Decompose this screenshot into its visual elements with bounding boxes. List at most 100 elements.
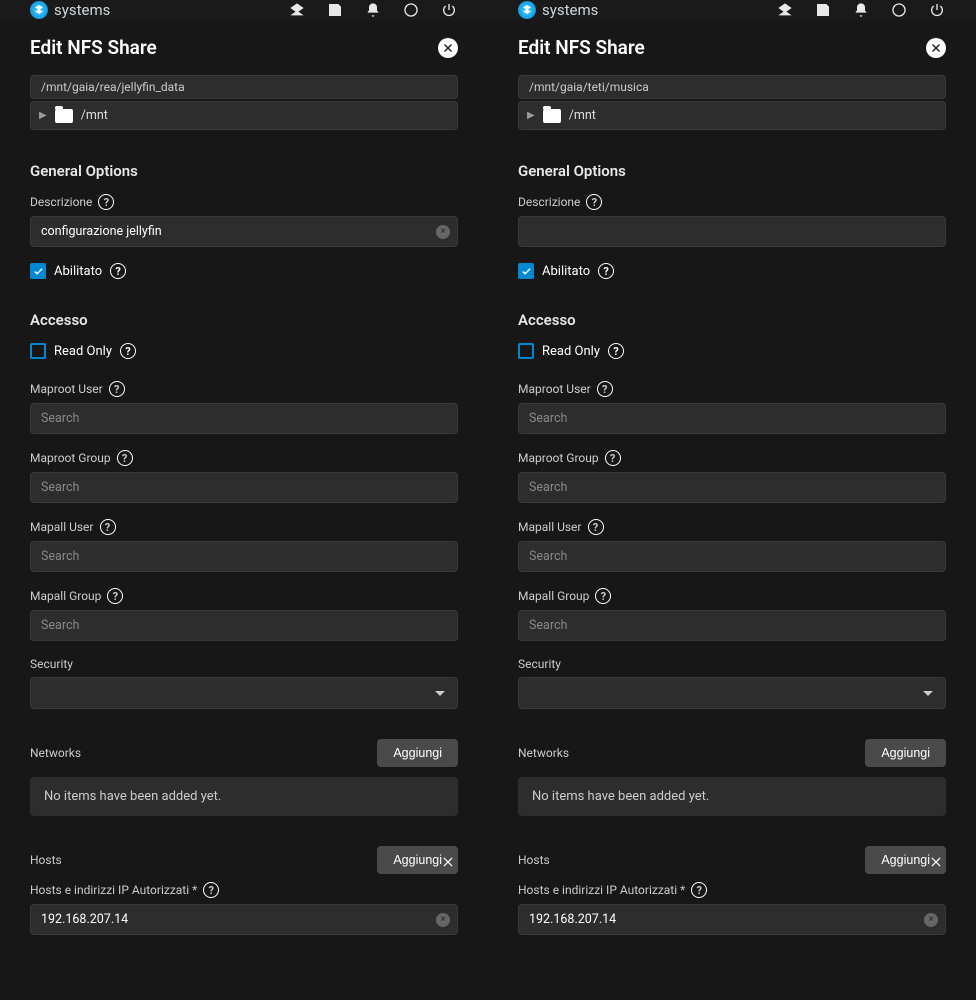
help-icon[interactable]	[597, 381, 613, 397]
section-access: Accesso	[518, 311, 946, 329]
help-icon[interactable]	[107, 588, 123, 604]
brand-text: systems	[542, 1, 598, 19]
label-description: Descrizione	[30, 195, 92, 209]
label-hosts-authorized: Hosts e indirizzi IP Autorizzati *	[518, 883, 685, 897]
panel-right: systems Edit NFS Share /mnt/gaia/teti/mu…	[488, 0, 976, 1000]
label-maproot-user: Maproot User	[30, 382, 103, 396]
label-mapall-group: Mapall Group	[30, 589, 101, 603]
label-mapall-user: Mapall User	[518, 520, 582, 534]
label-readonly: Read Only	[54, 344, 112, 359]
readonly-checkbox[interactable]	[30, 343, 46, 359]
help-icon[interactable]	[100, 519, 116, 535]
panel-header: Edit NFS Share	[30, 28, 458, 75]
mapall-user-input[interactable]	[518, 541, 946, 572]
help-icon[interactable]	[588, 519, 604, 535]
help-icon[interactable]	[691, 882, 707, 898]
brand: systems	[518, 1, 598, 19]
mapall-user-input[interactable]	[30, 541, 458, 572]
maproot-group-input[interactable]	[518, 472, 946, 503]
label-hosts: Hosts	[30, 853, 62, 867]
description-input[interactable]	[518, 216, 946, 247]
label-security: Security	[30, 657, 73, 671]
help-icon[interactable]	[110, 263, 126, 279]
close-button[interactable]	[438, 38, 458, 58]
panel-title: Edit NFS Share	[518, 36, 645, 59]
maproot-user-input[interactable]	[518, 403, 946, 434]
help-icon[interactable]	[203, 882, 219, 898]
label-hosts-authorized: Hosts e indirizzi IP Autorizzati *	[30, 883, 197, 897]
remove-host-button[interactable]	[438, 852, 458, 872]
help-icon[interactable]	[98, 194, 114, 210]
networks-empty-message: No items have been added yet.	[30, 777, 458, 816]
label-maproot-group: Maproot Group	[30, 451, 111, 465]
tree-root-label: /mnt	[569, 108, 596, 123]
clear-icon[interactable]: ×	[436, 225, 450, 239]
label-mapall-group: Mapall Group	[518, 589, 589, 603]
help-icon[interactable]	[120, 343, 136, 359]
networks-empty-message: No items have been added yet.	[518, 777, 946, 816]
enabled-checkbox[interactable]	[30, 263, 46, 279]
mapall-group-input[interactable]	[30, 610, 458, 641]
help-icon[interactable]	[595, 588, 611, 604]
readonly-checkbox[interactable]	[518, 343, 534, 359]
help-icon[interactable]	[605, 450, 621, 466]
label-enabled: Abilitato	[542, 264, 590, 279]
section-general-options: General Options	[30, 162, 458, 180]
panel-left: systems Edit NFS Share /mnt/gaia/rea/jel…	[0, 0, 488, 1000]
clear-icon[interactable]: ×	[436, 913, 450, 927]
label-networks: Networks	[30, 746, 81, 760]
section-general-options: General Options	[518, 162, 946, 180]
label-enabled: Abilitato	[54, 264, 102, 279]
power-icon[interactable]	[440, 1, 458, 19]
help-icon[interactable]	[117, 450, 133, 466]
remove-host-button[interactable]	[926, 852, 946, 872]
help-icon[interactable]	[598, 263, 614, 279]
path-display: /mnt/gaia/rea/jellyfin_data	[30, 75, 458, 99]
panel-title: Edit NFS Share	[30, 36, 157, 59]
label-description: Descrizione	[518, 195, 580, 209]
save-icon[interactable]	[814, 1, 832, 19]
topbar: systems	[0, 0, 488, 20]
security-select[interactable]	[518, 677, 946, 709]
add-network-button[interactable]: Aggiungi	[865, 739, 946, 767]
path-display: /mnt/gaia/teti/musica	[518, 75, 946, 99]
brand-text: systems	[54, 1, 110, 19]
save-icon[interactable]	[326, 1, 344, 19]
help-icon[interactable]	[586, 194, 602, 210]
folder-icon	[543, 109, 561, 123]
label-security: Security	[518, 657, 561, 671]
mapall-group-input[interactable]	[518, 610, 946, 641]
clear-icon[interactable]: ×	[924, 913, 938, 927]
enabled-checkbox[interactable]	[518, 263, 534, 279]
topbar-icons	[776, 1, 946, 19]
label-maproot-group: Maproot Group	[518, 451, 599, 465]
tree-root-row[interactable]: ▶ /mnt	[30, 101, 458, 130]
help-icon[interactable]	[109, 381, 125, 397]
tree-root-label: /mnt	[81, 108, 108, 123]
status-icon[interactable]	[402, 1, 420, 19]
power-icon[interactable]	[928, 1, 946, 19]
folder-icon	[55, 109, 73, 123]
layers-icon[interactable]	[776, 1, 794, 19]
bell-icon[interactable]	[852, 1, 870, 19]
bell-icon[interactable]	[364, 1, 382, 19]
close-button[interactable]	[926, 38, 946, 58]
label-networks: Networks	[518, 746, 569, 760]
maproot-user-input[interactable]	[30, 403, 458, 434]
add-network-button[interactable]: Aggiungi	[377, 739, 458, 767]
description-input[interactable]	[30, 216, 458, 247]
host-ip-input[interactable]	[30, 904, 458, 935]
caret-right-icon: ▶	[527, 110, 535, 121]
security-select[interactable]	[30, 677, 458, 709]
layers-icon[interactable]	[288, 1, 306, 19]
status-icon[interactable]	[890, 1, 908, 19]
tree-root-row[interactable]: ▶ /mnt	[518, 101, 946, 130]
maproot-group-input[interactable]	[30, 472, 458, 503]
brand-logo-icon	[30, 1, 48, 19]
panel-header: Edit NFS Share	[518, 28, 946, 75]
help-icon[interactable]	[608, 343, 624, 359]
brand-logo-icon	[518, 1, 536, 19]
label-mapall-user: Mapall User	[30, 520, 94, 534]
host-ip-input[interactable]	[518, 904, 946, 935]
topbar: systems	[488, 0, 976, 20]
